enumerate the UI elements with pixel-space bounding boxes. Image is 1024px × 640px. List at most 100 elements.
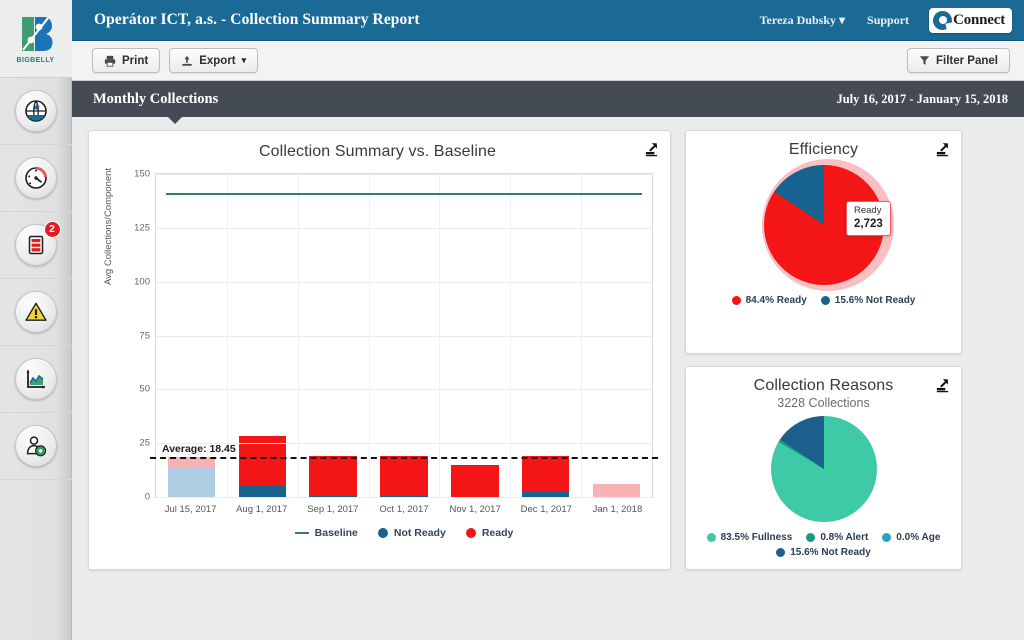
legend-label: 15.6% Not Ready — [790, 547, 871, 558]
x-axis-ticks: Jul 15, 2017 Aug 1, 2017 Sep 1, 2017 Oct 1,… — [155, 504, 653, 515]
section-title: Monthly Collections — [93, 90, 219, 107]
legend-item[interactable]: 83.5% Fullness — [706, 532, 792, 543]
top-header-bar: Operátor ICT, a.s. - Collection Summary … — [72, 0, 1024, 41]
sidebar-item-alerts[interactable] — [0, 279, 72, 346]
bigbelly-logo-text: BIGBELLY — [16, 56, 55, 64]
action-toolbar: Print Export ▾ Filter Panel — [72, 41, 1024, 81]
bar[interactable] — [309, 455, 357, 497]
connect-logo[interactable]: Connect — [929, 7, 1012, 33]
efficiency-tooltip-label: Ready — [854, 205, 882, 216]
chart-legend: Baseline Not Ready Ready — [155, 527, 653, 539]
collection-reasons-pie[interactable] — [770, 416, 877, 522]
export-icon — [182, 55, 193, 66]
sidebar-item-dashboard[interactable] — [0, 145, 72, 212]
y-axis-tick-label: 75 — [139, 330, 150, 341]
section-header: Monthly Collections July 16, 2017 - Janu… — [72, 81, 1024, 124]
print-button-label: Print — [122, 54, 149, 67]
baseline-series-line — [165, 193, 643, 196]
x-axis-tick-label: Aug 1, 2017 — [236, 504, 288, 515]
collection-summary-title: Collection Summary vs. Baseline — [259, 143, 496, 160]
legend-marker — [820, 296, 830, 305]
legend-marker — [806, 533, 816, 542]
bar-segment-not-ready[interactable] — [238, 486, 287, 497]
filter-panel-button[interactable]: Filter Panel — [907, 48, 1010, 73]
legend-marker — [377, 528, 388, 538]
bar[interactable] — [380, 455, 428, 497]
connect-c-icon — [933, 10, 953, 30]
gridline — [156, 281, 652, 283]
legend-item[interactable]: 15.6% Not Ready — [776, 547, 871, 558]
expand-icon[interactable] — [935, 378, 950, 393]
y-axis-tick-label: 50 — [139, 383, 150, 395]
efficiency-card: Efficiency Ready 2,723 84.4% Ready 15.6%… — [685, 130, 962, 354]
x-axis-tick-label: Sep 1, 2017 — [307, 504, 359, 515]
gridline — [156, 174, 652, 175]
bar-segment-ready[interactable] — [521, 455, 570, 493]
bar-segment-ready[interactable] — [380, 455, 428, 496]
efficiency-tooltip: Ready 2,723 — [846, 201, 891, 237]
efficiency-tooltip-value: 2,723 — [854, 217, 883, 230]
legend-marker — [465, 528, 476, 538]
export-button[interactable]: Export ▾ — [169, 48, 259, 73]
legend-marker — [882, 533, 892, 542]
legend-label: 0.8% Alert — [820, 532, 869, 543]
plot-area: Average: 18.45 0 25 50 75 100 125 150 — [134, 169, 658, 503]
legend-item[interactable]: 15.6% Not Ready — [820, 295, 916, 306]
support-link[interactable]: Support — [867, 13, 909, 28]
efficiency-legend: 84.4% Ready 15.6% Not Ready — [698, 295, 949, 306]
sidebar-item-map[interactable] — [0, 78, 72, 145]
legend-marker — [731, 296, 741, 305]
x-axis-tick-label: Nov 1, 2017 — [449, 504, 501, 515]
bar-segment-ready[interactable] — [309, 455, 357, 496]
left-sidebar: BIGBELLY 2 — [0, 0, 72, 640]
expand-icon[interactable] — [935, 142, 950, 157]
legend-item[interactable]: 0.8% Alert — [806, 532, 868, 543]
bar[interactable] — [451, 464, 499, 497]
legend-item[interactable]: 84.4% Ready — [731, 295, 807, 306]
sidebar-item-administration[interactable] — [0, 413, 72, 480]
gridline — [156, 389, 652, 391]
bar[interactable] — [592, 484, 641, 497]
right-column: Efficiency Ready 2,723 84.4% Ready 15.6%… — [685, 130, 962, 570]
bar-segment-ready[interactable] — [451, 464, 499, 497]
bar-segment-not-ready[interactable] — [167, 466, 216, 497]
gridline — [156, 497, 652, 498]
chart-icon — [14, 358, 57, 400]
bigbelly-logo-icon — [21, 16, 52, 51]
expand-icon[interactable] — [644, 142, 659, 157]
date-range-label[interactable]: July 16, 2017 - January 15, 2018 — [836, 92, 1008, 107]
bar[interactable] — [521, 455, 570, 497]
gridline — [156, 335, 652, 337]
chevron-down-icon: ▾ — [241, 55, 247, 65]
main-region: Operátor ICT, a.s. - Collection Summary … — [72, 0, 1024, 640]
gridline — [156, 227, 652, 229]
collection-summary-card: Collection Summary vs. Baseline Avg Coll… — [88, 130, 671, 570]
efficiency-title: Efficiency — [788, 141, 859, 158]
user-settings-icon — [14, 425, 57, 467]
gridline — [156, 443, 652, 445]
legend-marker — [706, 533, 716, 542]
bigbelly-logo[interactable]: BIGBELLY — [0, 0, 72, 78]
legend-label: Not Ready — [393, 527, 446, 539]
sidebar-item-assets[interactable]: 2 — [0, 212, 72, 279]
legend-item[interactable]: Not Ready — [377, 527, 446, 539]
user-menu[interactable]: Tereza Dubsky ▾ — [760, 13, 845, 28]
x-axis-tick-label: Dec 1, 2017 — [520, 504, 572, 515]
print-button[interactable]: Print — [92, 48, 161, 73]
legend-marker — [294, 531, 309, 535]
legend-item[interactable]: Ready — [465, 527, 513, 539]
bar-segment-ready[interactable] — [592, 484, 641, 497]
sidebar-item-reports[interactable] — [0, 346, 72, 413]
legend-label: 15.6% Not Ready — [834, 295, 916, 306]
bar[interactable] — [167, 456, 216, 497]
y-axis-tick-label: 150 — [134, 168, 150, 180]
page-title: Operátor ICT, a.s. - Collection Summary … — [94, 11, 420, 28]
legend-label: Baseline — [314, 527, 358, 539]
bar[interactable] — [238, 436, 287, 497]
collection-summary-plot: Avg Collections/Component Average: 18.45… — [99, 167, 658, 559]
legend-item[interactable]: 0.0% Age — [882, 532, 940, 543]
connect-logo-text: Connect — [953, 11, 1005, 28]
legend-item[interactable]: Baseline — [294, 527, 358, 539]
assets-badge-count: 2 — [43, 221, 61, 238]
export-button-label: Export — [199, 54, 236, 67]
